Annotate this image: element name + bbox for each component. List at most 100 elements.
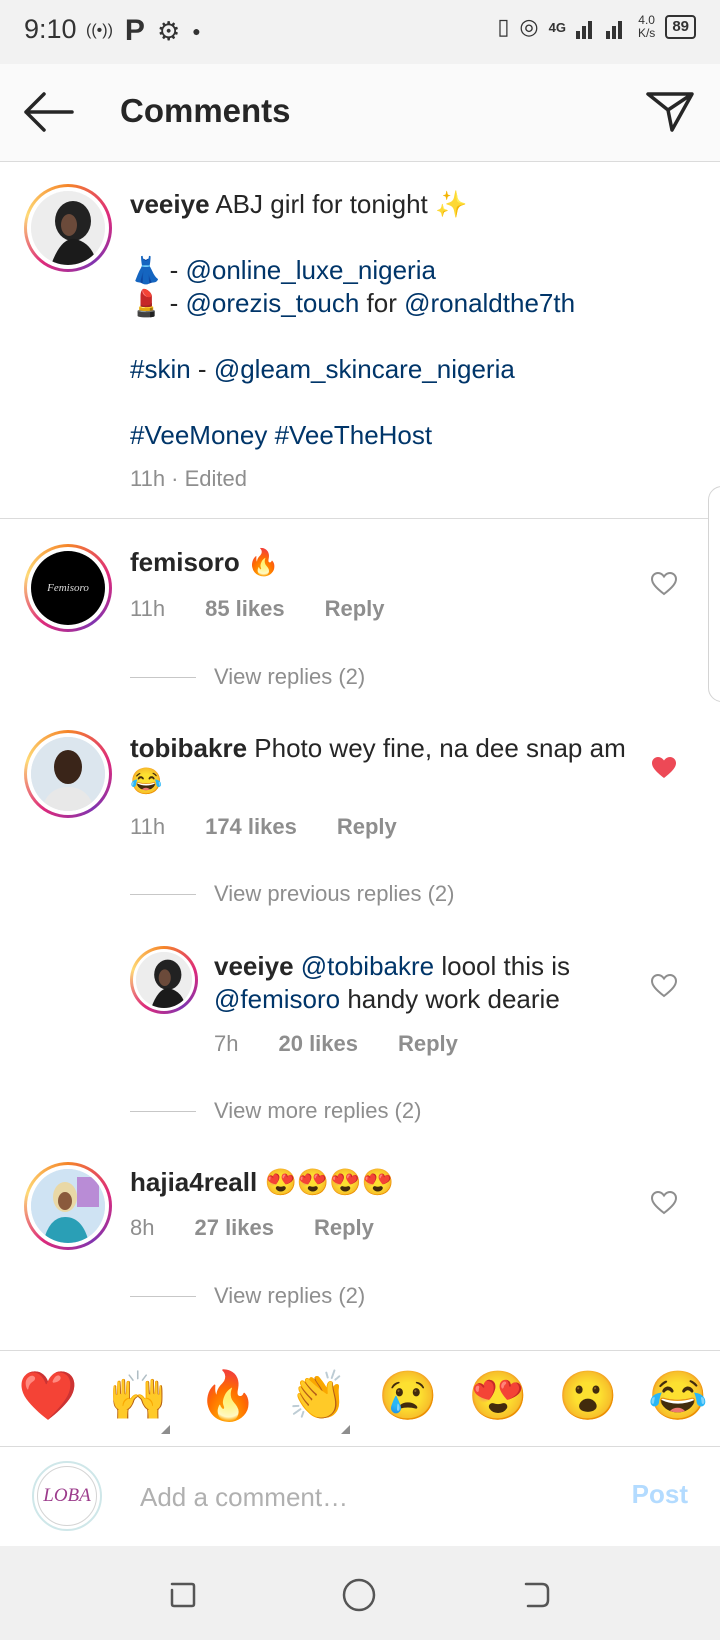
mention-femisoro[interactable]: @femisoro	[214, 984, 340, 1014]
comment-likes[interactable]: 85 likes	[205, 596, 285, 622]
reply-button[interactable]: Reply	[337, 814, 397, 840]
system-nav-bar	[0, 1546, 720, 1640]
reply-veeiye: veeiye @tobibakre loool this is @femisor…	[214, 950, 634, 1016]
mention-gleam-skincare[interactable]: @gleam_skincare_nigeria	[214, 354, 515, 384]
heart-filled-icon[interactable]	[651, 756, 677, 780]
hashtag-veethehost[interactable]: #VeeTheHost	[275, 420, 433, 450]
comment-tobibakre: tobibakre Photo wey fine, na dee snap am…	[130, 732, 630, 798]
dress-separator: -	[162, 255, 186, 285]
caption-tags-line: #VeeMoney #VeeTheHost	[130, 419, 690, 452]
caption-skin-line: #skin - @gleam_skincare_nigeria	[130, 353, 690, 386]
reply-text-2: handy work dearie	[340, 984, 560, 1014]
comment-meta: 8h 27 likes Reply	[130, 1215, 374, 1241]
lipstick-emoji: 💄	[130, 288, 163, 318]
hashtag-veemoney[interactable]: #VeeMoney	[130, 420, 267, 450]
user-avatar[interactable]: LOBA	[32, 1461, 102, 1531]
view-replies-label: View replies (2)	[214, 1283, 366, 1308]
comment-text: 😍😍😍😍	[264, 1167, 394, 1197]
hashtag-skin[interactable]: #skin	[130, 354, 191, 384]
home-icon[interactable]	[342, 1578, 376, 1612]
mention-online-luxe[interactable]: @online_luxe_nigeria	[185, 255, 435, 285]
comment-likes[interactable]: 20 likes	[278, 1031, 358, 1057]
post-button[interactable]: Post	[632, 1479, 688, 1510]
avatar-hajia4reall[interactable]	[24, 1162, 112, 1250]
comment-username[interactable]: femisoro	[130, 547, 240, 577]
comment-composer: LOBA Post	[0, 1446, 720, 1546]
settings-icon: ⚙	[156, 15, 181, 46]
vibrate-icon: ▯	[497, 14, 510, 39]
caption-text: veeiye ABJ girl for tonight ✨ 👗 - @onlin…	[130, 188, 690, 452]
reply-text-1: loool this is	[434, 951, 570, 981]
caption-username[interactable]: veeiye	[130, 189, 210, 219]
avatar-veeiye[interactable]	[24, 184, 112, 272]
avatar-femisoro[interactable]: Femisoro	[24, 544, 112, 632]
status-time: 9:10	[24, 14, 77, 44]
mention-ronaldthe7th[interactable]: @ronaldthe7th	[404, 288, 575, 318]
battery-icon: 89	[665, 15, 696, 39]
comment-meta: 7h 20 likes Reply	[214, 1031, 458, 1057]
back-nav-icon[interactable]	[520, 1578, 552, 1610]
view-more-replies[interactable]: View more replies (2)	[130, 1098, 421, 1124]
caption-dress-line: 👗 - @online_luxe_nigeria	[130, 254, 690, 287]
profile-photo	[136, 952, 192, 1008]
comment-likes[interactable]: 27 likes	[194, 1215, 274, 1241]
recent-apps-icon[interactable]	[166, 1578, 198, 1610]
comment-meta: 11h 85 likes Reply	[130, 596, 385, 622]
data-speed-unit: K/s	[637, 26, 656, 40]
heart-outline-icon[interactable]	[651, 1191, 677, 1215]
comment-hajia4reall: hajia4reall 😍😍😍😍	[130, 1166, 394, 1199]
dress-emoji: 👗	[130, 255, 163, 285]
status-left-icons: ((•)) P ⚙ ●	[86, 14, 201, 48]
reply-button[interactable]: Reply	[314, 1215, 374, 1241]
quick-reaction-bar: ❤️ 🙌 🔥 👏 😢 😍 😮 😂	[0, 1350, 720, 1446]
reaction-surprised[interactable]: 😮	[558, 1369, 618, 1425]
profile-photo	[31, 737, 105, 811]
hotspot-icon: ((•))	[86, 22, 113, 39]
skin-separator: -	[190, 354, 214, 384]
dot-icon: ●	[192, 23, 201, 39]
reply-button[interactable]: Reply	[398, 1031, 458, 1057]
heart-outline-icon[interactable]	[651, 974, 677, 998]
comment-likes[interactable]: 174 likes	[205, 814, 297, 840]
reaction-clap[interactable]: 👏	[288, 1369, 348, 1425]
view-previous-replies[interactable]: View previous replies (2)	[130, 881, 454, 907]
comment-femisoro: femisoro 🔥	[130, 546, 279, 579]
view-replies-femisoro[interactable]: View replies (2)	[130, 664, 365, 690]
caption-line1-text: ABJ girl for tonight	[215, 189, 428, 219]
mention-tobibakre[interactable]: @tobibakre	[301, 951, 434, 981]
reaction-crying[interactable]: 😢	[378, 1369, 438, 1425]
paper-plane-icon[interactable]	[644, 86, 696, 136]
heart-outline-icon[interactable]	[651, 572, 677, 596]
caption-line-1: veeiye ABJ girl for tonight ✨	[130, 188, 690, 221]
comment-time: 11h	[130, 814, 166, 839]
reaction-raised-hands[interactable]: 🙌	[108, 1369, 168, 1425]
network-label: 4G	[548, 19, 566, 35]
comment-time: 8h	[130, 1215, 155, 1240]
data-speed: 4.0 K/s	[638, 14, 655, 40]
mention-orezis-touch[interactable]: @orezis_touch	[185, 288, 359, 318]
reply-button[interactable]: Reply	[325, 596, 385, 622]
comment-input[interactable]	[140, 1475, 590, 1519]
status-right-icons: ▯ ◎ 4G 4.0 K/s 89	[497, 14, 696, 40]
reaction-laughing[interactable]: 😂	[648, 1369, 708, 1425]
skin-tone-indicator	[161, 1425, 170, 1434]
arrow-left-icon[interactable]	[20, 88, 76, 136]
view-replies-label: View previous replies (2)	[214, 881, 455, 906]
caption-divider	[0, 518, 720, 519]
side-panel-handle[interactable]	[708, 486, 720, 702]
comment-username[interactable]: tobibakre	[130, 733, 247, 763]
sparkles-emoji: ✨	[435, 189, 468, 219]
caption-meta: 11h · Edited	[130, 466, 248, 491]
avatar-veeiye-reply[interactable]	[130, 946, 198, 1014]
comment-username[interactable]: veeiye	[214, 951, 294, 981]
reaction-fire[interactable]: 🔥	[198, 1369, 258, 1425]
comment-username[interactable]: hajia4reall	[130, 1167, 257, 1197]
avatar-tobibakre[interactable]	[24, 730, 112, 818]
comment-text: 🔥	[247, 547, 280, 577]
reaction-heart[interactable]: ❤️	[18, 1369, 78, 1425]
view-replies-hajia4reall[interactable]: View replies (2)	[130, 1283, 365, 1309]
reaction-heart-eyes[interactable]: 😍	[468, 1369, 528, 1425]
parking-icon: P	[124, 14, 145, 47]
view-replies-label: View more replies (2)	[214, 1098, 422, 1123]
lipstick-separator: -	[162, 288, 186, 318]
